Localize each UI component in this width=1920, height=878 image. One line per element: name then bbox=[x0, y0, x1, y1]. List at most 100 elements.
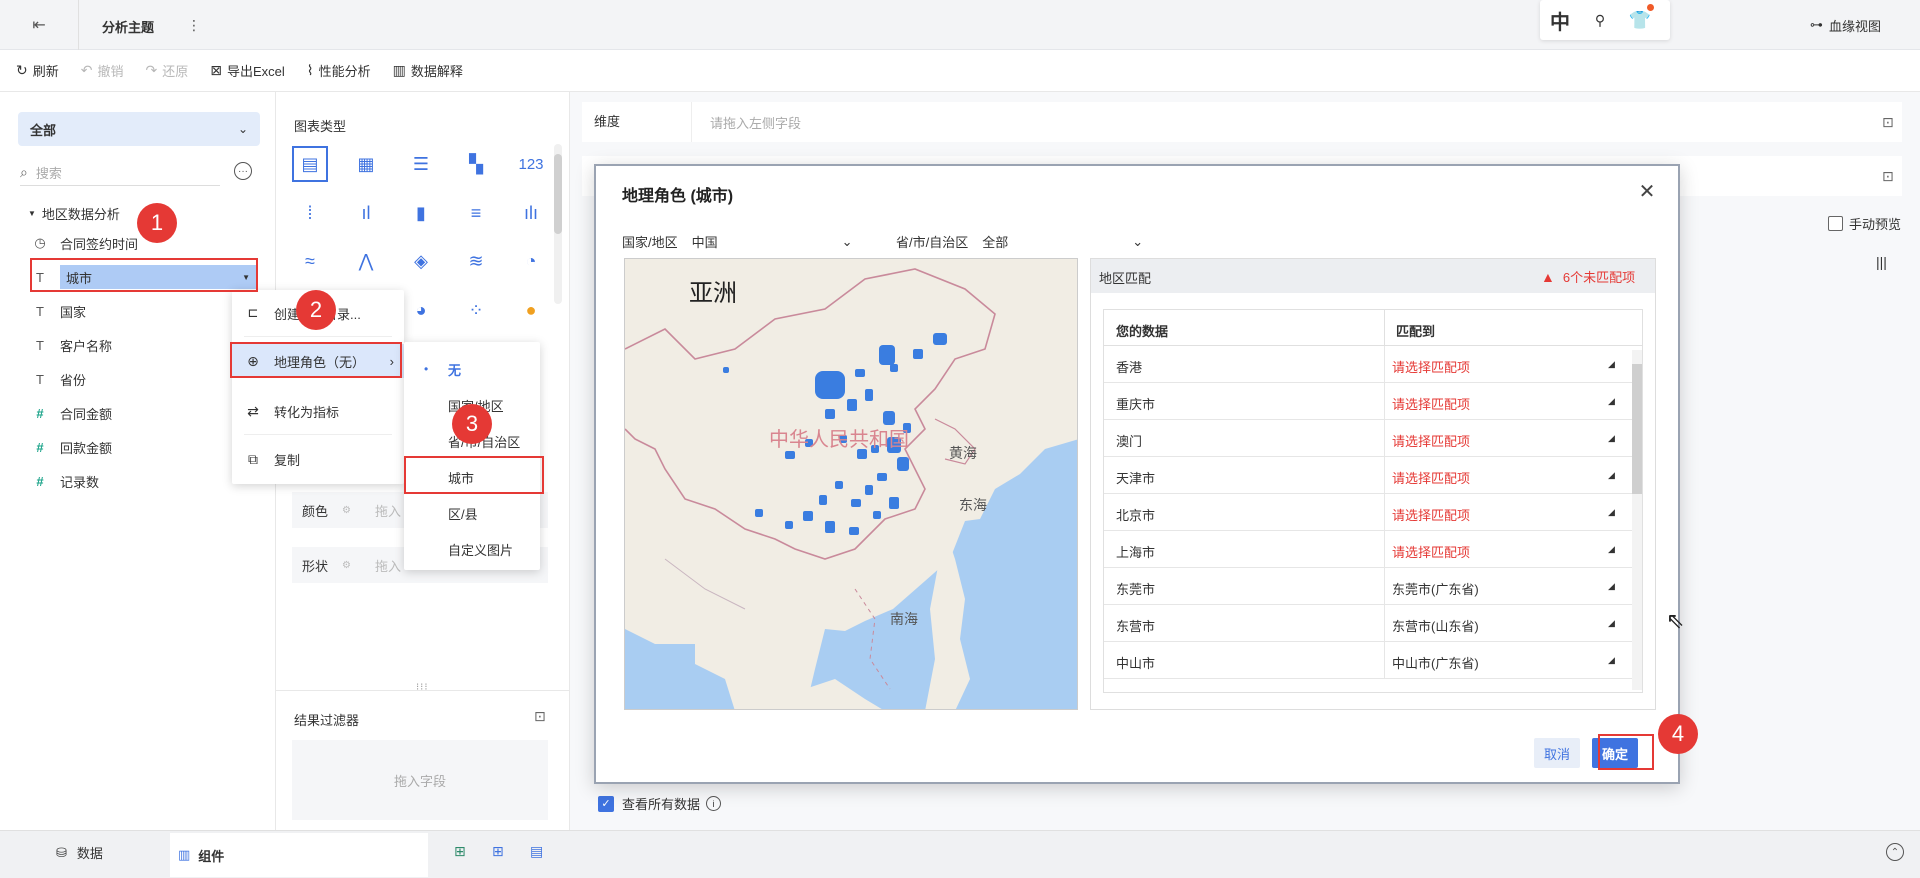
submenu-item-custom-image[interactable]: 自定义图片 bbox=[448, 540, 513, 559]
table-row: 香港 请选择匹配项 ◢ bbox=[1104, 346, 1642, 383]
add-report-icon[interactable]: ▤ bbox=[530, 843, 543, 860]
match-cell[interactable]: 请选择匹配项 bbox=[1392, 431, 1470, 450]
info-icon[interactable]: i bbox=[706, 796, 722, 811]
match-cell[interactable]: 东营市(山东省) bbox=[1392, 616, 1479, 635]
checkbox[interactable] bbox=[1828, 216, 1843, 231]
field-item[interactable]: # 记录数 bbox=[30, 468, 99, 494]
undo-button[interactable]: ↶ 撤销 bbox=[81, 50, 124, 92]
match-cell[interactable]: 请选择匹配项 bbox=[1392, 394, 1470, 413]
bubble-icon[interactable]: ● bbox=[513, 292, 549, 328]
caret-down-icon[interactable]: ◢ bbox=[1608, 655, 1615, 666]
refresh-button[interactable]: ↻ 刷新 bbox=[16, 50, 59, 92]
field-item[interactable]: # 合同金额 bbox=[30, 400, 112, 426]
export-excel-button[interactable]: ⊠ 导出Excel bbox=[210, 50, 285, 92]
search-input[interactable]: 搜索 bbox=[36, 163, 62, 182]
unmatched-count: ▲ 6个未匹配项 bbox=[1541, 268, 1636, 286]
field-item[interactable]: T 国家 bbox=[30, 298, 86, 324]
match-cell[interactable]: 东莞市(广东省) bbox=[1392, 579, 1479, 598]
menu-item-copy[interactable]: ⧉ 复制 bbox=[232, 442, 404, 476]
field-item[interactable]: # 回款金额 bbox=[30, 434, 112, 460]
match-cell[interactable]: 中山市(广东省) bbox=[1392, 653, 1479, 672]
add-component-icon[interactable]: ⊞ bbox=[454, 843, 466, 860]
number-type-icon: # bbox=[36, 405, 44, 421]
field-item[interactable]: T 省份 bbox=[30, 366, 86, 392]
search-box[interactable]: ⌕ 搜索 bbox=[20, 160, 220, 186]
more-vertical-icon[interactable]: ⋮ bbox=[187, 14, 201, 36]
caret-down-icon[interactable]: ◢ bbox=[1608, 544, 1615, 555]
scatter-icon[interactable]: ⁘ bbox=[458, 292, 494, 328]
performance-button[interactable]: ⌇ 性能分析 bbox=[307, 50, 371, 92]
close-icon[interactable]: ✕ bbox=[1636, 180, 1658, 203]
filter-drop-zone[interactable]: 拖入字段 bbox=[292, 740, 548, 820]
menu-item-to-metric[interactable]: ⇄ 转化为指标 bbox=[232, 394, 404, 428]
country-select[interactable]: 国家/地区 中国 ⌄ bbox=[622, 232, 853, 251]
tab-data[interactable]: ⛁ 数据 bbox=[56, 843, 103, 862]
scrollbar[interactable] bbox=[1632, 350, 1642, 690]
lock-icon[interactable]: ⊡ bbox=[1882, 168, 1894, 185]
pin-icon[interactable]: ⚲ bbox=[1580, 0, 1620, 40]
field-item[interactable]: ◷ 合同签约时间 bbox=[30, 230, 138, 256]
bottom-bar: ⛁ 数据 ▥ 组件 ⊞ ⊞ ▤ ⌃ bbox=[0, 830, 1920, 878]
lock-icon[interactable]: ⊡ bbox=[1882, 114, 1894, 131]
multi-line-icon[interactable]: ⋀ bbox=[348, 243, 384, 279]
horizontal-bar-icon[interactable]: ≡ bbox=[458, 195, 494, 231]
map-preview[interactable]: 亚洲 中华人民共和国 黄海 东海 南海 bbox=[624, 258, 1078, 710]
pie-chart-icon[interactable]: ◕ bbox=[403, 292, 439, 328]
province-select[interactable]: 省/市/自治区 全部 ⌄ bbox=[896, 232, 1143, 251]
scrollbar[interactable] bbox=[554, 144, 562, 304]
detail-table-icon[interactable]: ☰ bbox=[403, 146, 439, 182]
dimension-shelf[interactable]: 维度 请拖入左侧字段 bbox=[582, 102, 1902, 142]
cancel-button[interactable]: 取消 bbox=[1534, 738, 1580, 768]
group-header[interactable]: ▼ 地区数据分析 bbox=[28, 202, 120, 224]
step-badge: 4 bbox=[1658, 714, 1698, 754]
match-cell[interactable]: 请选择匹配项 bbox=[1392, 505, 1470, 524]
line-chart-icon[interactable]: ≈ bbox=[292, 243, 328, 279]
lock-icon[interactable]: ⊡ bbox=[534, 708, 546, 725]
shirt-icon[interactable]: 👕 bbox=[1620, 0, 1660, 40]
caret-down-icon[interactable]: ◢ bbox=[1608, 507, 1615, 518]
field-item[interactable]: T 客户名称 bbox=[30, 332, 112, 358]
checkbox-checked-icon[interactable]: ✓ bbox=[598, 795, 614, 812]
map-label-country: 中华人民共和国 bbox=[769, 429, 909, 451]
match-cell[interactable]: 请选择匹配项 bbox=[1392, 357, 1470, 376]
multi-block-icon[interactable]: ▚ bbox=[458, 146, 494, 182]
table-chart-icon[interactable]: ▤ bbox=[292, 146, 328, 182]
match-table: 您的数据 匹配到 香港 请选择匹配项 ◢ 重庆市 请选择匹配项 ◢ 澳门 请选择匹配项 ◢ 天津市… bbox=[1103, 309, 1643, 693]
exit-icon[interactable]: ⇤ bbox=[28, 14, 50, 36]
group-bar-icon[interactable]: ıl bbox=[348, 195, 384, 231]
caret-down-icon[interactable]: ◢ bbox=[1608, 618, 1615, 629]
radar-icon[interactable]: ◈ bbox=[403, 243, 439, 279]
resize-handle[interactable]: ⁝⁝⁝ bbox=[416, 682, 429, 693]
database-icon: ⛁ bbox=[56, 844, 67, 860]
scope-select[interactable]: 全部 ⌄ bbox=[18, 112, 260, 146]
more-options-icon[interactable]: ··· bbox=[234, 162, 252, 180]
chart-explain-icon: ▥ bbox=[392, 62, 406, 78]
caret-down-icon[interactable]: ◢ bbox=[1608, 433, 1615, 444]
manual-preview-toggle[interactable]: 手动预览 bbox=[1828, 214, 1901, 233]
redo-button[interactable]: ↷ 还原 bbox=[146, 50, 189, 92]
match-cell[interactable]: 请选择匹配项 bbox=[1392, 468, 1470, 487]
kpi-number-icon[interactable]: 123 bbox=[513, 146, 549, 182]
cross-table-icon[interactable]: ▦ bbox=[348, 146, 384, 182]
tab-component[interactable]: ▥ 组件 bbox=[170, 833, 428, 877]
bar-chart-icon[interactable]: ▮ bbox=[403, 195, 439, 231]
caret-down-icon[interactable]: ◢ bbox=[1608, 581, 1615, 592]
area-chart-icon[interactable]: ≋ bbox=[458, 243, 494, 279]
lineage-view-button[interactable]: ⊶ 血缘视图 bbox=[1810, 14, 1881, 36]
explain-button[interactable]: ▥ 数据解释 bbox=[393, 50, 463, 92]
barcode-icon[interactable]: ||| bbox=[1876, 254, 1887, 270]
match-cell[interactable]: 请选择匹配项 bbox=[1392, 542, 1470, 561]
caret-down-icon[interactable]: ◢ bbox=[1608, 470, 1615, 481]
map-label-sea: 东海 bbox=[959, 497, 987, 513]
dot-grid-icon[interactable]: ⁞ bbox=[292, 195, 328, 231]
gauge-icon[interactable]: ◔ bbox=[513, 243, 549, 279]
lang-badge[interactable]: 中 bbox=[1540, 0, 1580, 40]
add-dashboard-icon[interactable]: ⊞ bbox=[492, 843, 504, 860]
view-all-data[interactable]: ✓ 查看所有数据 i bbox=[598, 794, 722, 813]
caret-down-icon[interactable]: ◢ bbox=[1608, 359, 1615, 370]
colored-bar-icon[interactable]: ılı bbox=[513, 195, 549, 231]
submenu-item-none[interactable]: 无 bbox=[448, 360, 461, 379]
collapse-up-icon[interactable]: ⌃ bbox=[1886, 843, 1904, 861]
submenu-item-district[interactable]: 区/县 bbox=[448, 504, 478, 523]
caret-down-icon[interactable]: ◢ bbox=[1608, 396, 1615, 407]
